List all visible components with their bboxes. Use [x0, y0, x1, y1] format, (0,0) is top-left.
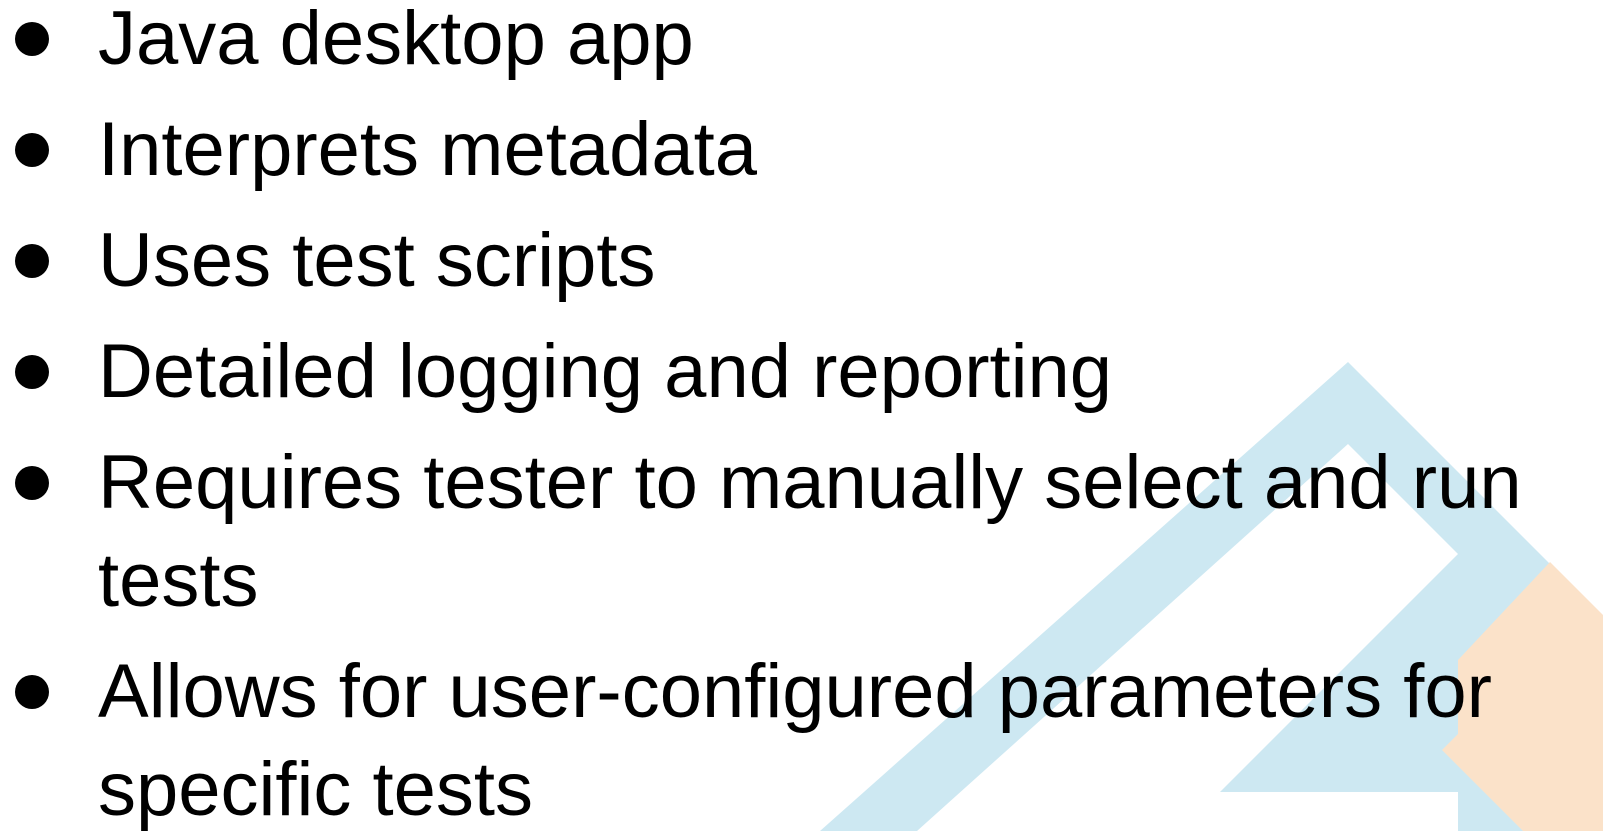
bullet-list: Java desktop app Interprets metadata Use… — [0, 0, 1598, 831]
bullet-text: Java desktop app — [98, 0, 694, 81]
bullet-dot-icon — [15, 22, 49, 56]
bullet-item-interprets-metadata: Interprets metadata — [0, 101, 1598, 199]
bullet-dot-icon — [15, 675, 49, 709]
bullet-text: Allows for user-configured parameters fo… — [98, 649, 1492, 831]
bullet-text: Requires tester to manually select and r… — [98, 440, 1522, 623]
bullet-item-user-configured-parameters: Allows for user-configured parameters fo… — [0, 643, 1578, 831]
bullet-text: Uses test scripts — [98, 218, 656, 303]
bullet-dot-icon — [15, 133, 49, 167]
bullet-item-java-desktop-app: Java desktop app — [0, 0, 1598, 88]
bullet-item-uses-test-scripts: Uses test scripts — [0, 212, 1598, 310]
bullet-text: Interprets metadata — [98, 107, 758, 192]
bullet-dot-icon — [15, 466, 49, 500]
bullet-item-detailed-logging: Detailed logging and reporting — [0, 323, 1598, 421]
bullet-item-requires-tester: Requires tester to manually select and r… — [0, 434, 1578, 630]
bullet-dot-icon — [15, 244, 49, 278]
slide: Java desktop app Interprets metadata Use… — [0, 0, 1603, 831]
bullet-dot-icon — [15, 355, 49, 389]
bullet-text: Detailed logging and reporting — [98, 329, 1113, 414]
